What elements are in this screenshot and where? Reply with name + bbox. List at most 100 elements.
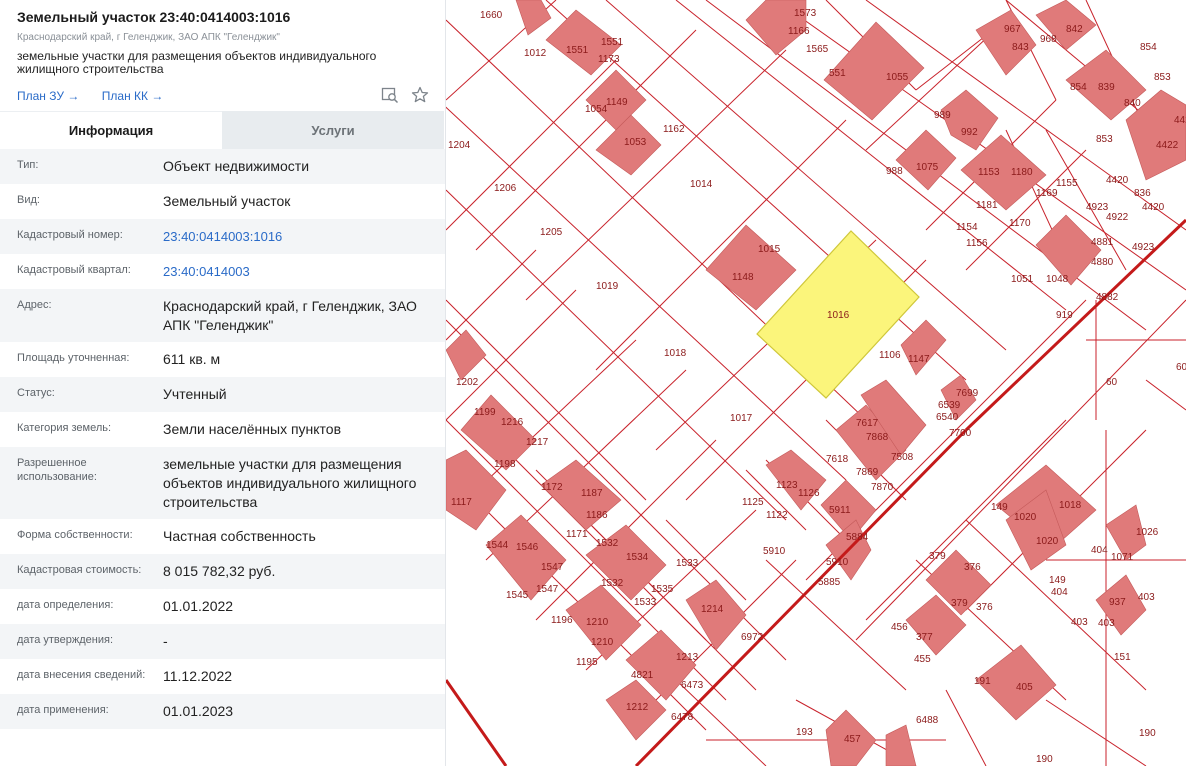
parcel-label: 60 — [1176, 362, 1186, 373]
search-on-map-icon[interactable] — [380, 85, 400, 105]
info-panel: Земельный участок 23:40:0414003:1016 Кра… — [0, 0, 446, 766]
info-row-date-determined: дата определения: 01.01.2022 — [0, 589, 445, 624]
parcel-label: 1014 — [690, 179, 713, 190]
parcel-label: 1075 — [916, 162, 939, 173]
row-key: Форма собственности: — [17, 529, 133, 541]
parcel-label: 992 — [961, 127, 978, 138]
row-value: Частная собственность — [163, 528, 316, 544]
parcel-label: 854 — [1140, 42, 1157, 53]
info-row-cadastral-value: Кадастровая стоимость: 8 015 782,32 руб. — [0, 554, 445, 589]
parcel-label: 403 — [1071, 617, 1088, 628]
info-row-address: Адрес: Краснодарский край, г Геленджик, … — [0, 289, 445, 342]
tab-info[interactable]: Информация — [0, 111, 222, 149]
parcel-label: 1213 — [676, 652, 699, 663]
row-key: дата определения: — [17, 599, 114, 611]
row-key: дата внесения сведений: — [17, 669, 146, 681]
parcel-label: 1012 — [524, 48, 547, 59]
parcel-label: 1195 — [576, 657, 598, 668]
parcel-label: 1149 — [606, 97, 628, 108]
parcel-label: 1048 — [1046, 274, 1069, 285]
parcel-label: 842 — [1066, 24, 1083, 35]
parcel-label: 151 — [1114, 652, 1131, 663]
parcel-label: 7869 — [856, 467, 879, 478]
row-value: - — [163, 633, 168, 649]
parcel-label: 919 — [1056, 310, 1073, 321]
parcel-label: 1169 — [1036, 188, 1058, 199]
parcel-label: 4821 — [631, 670, 654, 681]
plan-zu-link[interactable]: План ЗУ → — [17, 89, 79, 103]
row-value: Земельный участок — [163, 193, 291, 209]
selected-parcel-label: 1016 — [827, 310, 850, 321]
parcel-label: 836 — [1134, 188, 1151, 199]
parcel-label: 379 — [951, 598, 968, 609]
parcel-label: 405 — [1016, 682, 1033, 693]
parcel-label: 1544 — [486, 540, 509, 551]
parcel-label: 839 — [1098, 82, 1115, 93]
row-key: Кадастровый номер: — [17, 229, 123, 241]
parcel-label: 377 — [916, 632, 933, 643]
parcel-label: 190 — [1036, 754, 1053, 765]
parcel-label: 854 — [1070, 82, 1087, 93]
parcel-label: 5910 — [763, 546, 786, 557]
parcel-label: 5885 — [818, 577, 841, 588]
parcel-label: 376 — [964, 562, 981, 573]
cadastral-number-link[interactable]: 23:40:0414003:1016 — [163, 227, 296, 246]
parcel-label: 5911 — [829, 505, 851, 516]
parcel-label: 1210 — [591, 637, 614, 648]
row-key: Категория земель: — [17, 422, 112, 434]
parcel-label: 1547 — [541, 562, 564, 573]
parcel-label: 1199 — [474, 407, 496, 418]
parcel-label: 1071 — [1111, 552, 1134, 563]
parcel-label: 1533 — [634, 597, 657, 608]
parcel-label: 1166 — [788, 26, 810, 37]
parcel-label: 1217 — [526, 437, 549, 448]
parcel-label: 1018 — [1059, 500, 1082, 511]
info-row-type: Тип: Объект недвижимости — [0, 149, 445, 184]
parcel-label: 1020 — [1014, 512, 1037, 523]
cadastral-quarter-link[interactable]: 23:40:0414003 — [163, 262, 264, 281]
parcel-label: 457 — [844, 734, 861, 745]
parcel-label: 403 — [1138, 592, 1155, 603]
parcel-label: 1148 — [732, 272, 754, 283]
parcel-label: 6972 — [741, 632, 764, 643]
row-key: Кадастровый квартал: — [17, 264, 131, 276]
parcel-label: 1147 — [908, 354, 930, 365]
parcel-label: 1172 — [541, 482, 563, 493]
parcel-label: 1018 — [664, 348, 687, 359]
parcel-label: 968 — [1040, 34, 1057, 45]
plan-kk-link[interactable]: План КК → — [102, 89, 164, 103]
parcel-purpose: земельные участки для размещения объекто… — [17, 49, 377, 76]
parcel-label: 1532 — [596, 538, 619, 549]
tab-services[interactable]: Услуги — [222, 111, 444, 149]
row-value: земельные участки для размещения объекто… — [163, 456, 417, 510]
parcel-label: 4422 — [1156, 140, 1179, 151]
parcel-label: 6478 — [671, 712, 694, 723]
parcel-label: 1205 — [540, 227, 563, 238]
parcel-label: 1214 — [701, 604, 724, 615]
parcel-label: 1054 — [585, 104, 608, 115]
parcel-label: 1170 — [1009, 218, 1031, 229]
parcel-label: 1171 — [566, 529, 588, 540]
parcel-label: 1020 — [1036, 536, 1059, 547]
parcel-label: 1162 — [663, 124, 685, 135]
info-row-status: Статус: Учтенный — [0, 377, 445, 412]
star-icon[interactable] — [410, 85, 430, 105]
parcel-label: 4420 — [1106, 175, 1129, 186]
parcel-label: 404 — [1051, 587, 1068, 598]
parcel-label: 5884 — [846, 532, 869, 543]
parcel-label: 6488 — [916, 715, 939, 726]
parcel-label: 843 — [1012, 42, 1029, 53]
parcel-label: 1196 — [551, 615, 573, 626]
parcel-label: 404 — [1091, 545, 1108, 556]
parcel-label: 6540 — [936, 412, 959, 423]
parcel-label: 190 — [1139, 728, 1156, 739]
map-canvas[interactable]: 1660 1012 1551 1551 1173 1166 1565 1573 551 1055 9… — [446, 0, 1186, 766]
row-key: Вид: — [17, 194, 40, 206]
row-value: Краснодарский край, г Геленджик, ЗАО АПК… — [163, 298, 417, 333]
parcel-label: 4880 — [1091, 257, 1114, 268]
cadastral-map[interactable]: 1660 1012 1551 1551 1173 1166 1565 1573 551 1055 9… — [446, 0, 1186, 766]
parcel-label: 1210 — [586, 617, 609, 628]
panel-links: План ЗУ → План КК → — [17, 85, 430, 105]
row-value: Земли населённых пунктов — [163, 421, 342, 437]
panel-tools — [380, 85, 430, 105]
